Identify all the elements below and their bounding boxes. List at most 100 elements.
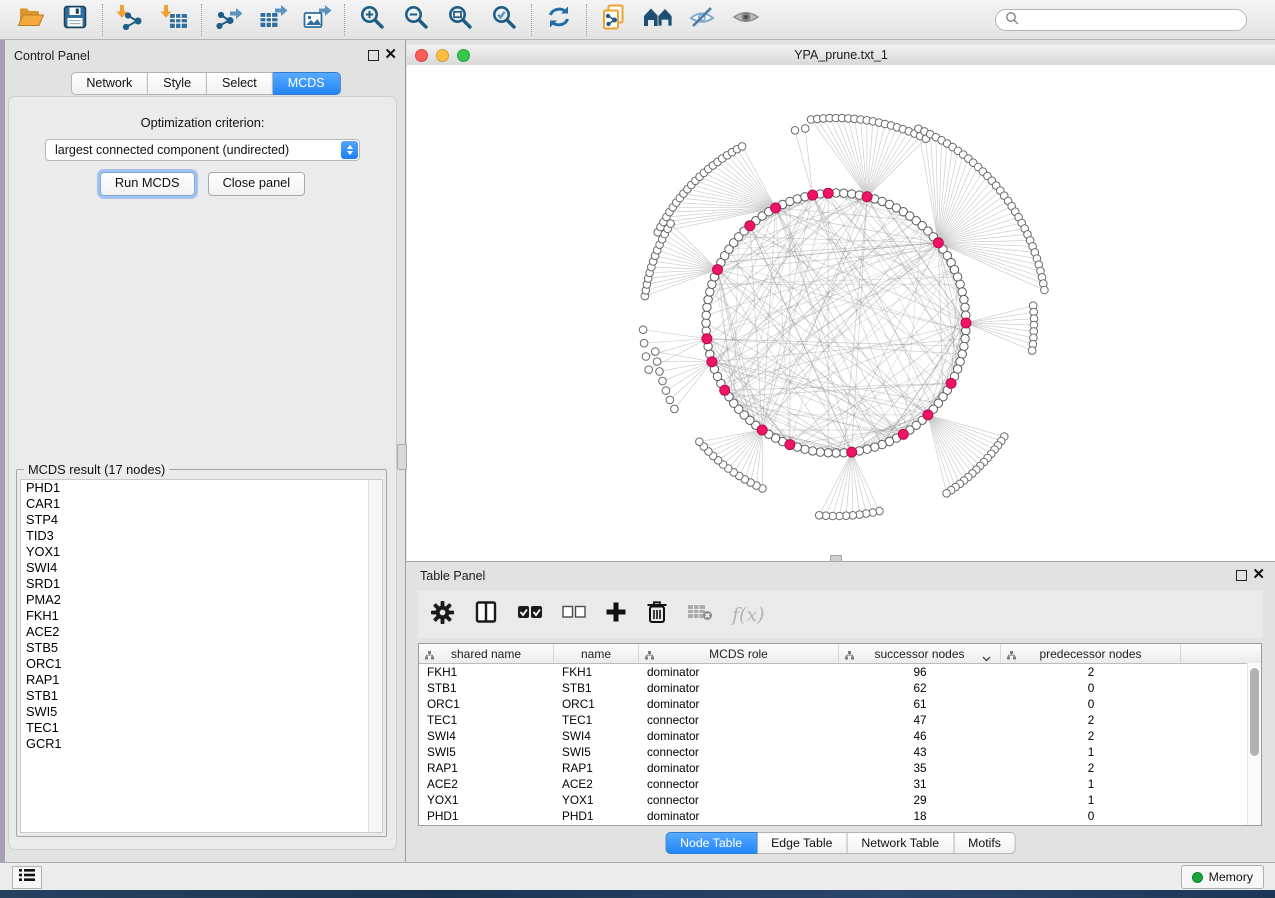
result-list-item[interactable]: TID3 <box>21 528 382 544</box>
table-cell[interactable]: 2 <box>1001 664 1181 680</box>
table-cell[interactable]: 29 <box>839 792 1001 808</box>
panel-divider-handle[interactable] <box>397 444 407 470</box>
add-column-button[interactable] <box>605 600 627 630</box>
table-row[interactable]: YOX1YOX1connector291 <box>419 792 1261 808</box>
table-cell[interactable]: 0 <box>1001 680 1181 696</box>
table-cell[interactable]: 0 <box>1001 808 1181 824</box>
tab-network-table[interactable]: Network Table <box>847 832 954 854</box>
table-cell[interactable]: dominator <box>639 760 839 776</box>
table-cell[interactable]: RAP1 <box>554 760 639 776</box>
table-cell[interactable]: ACE2 <box>419 776 554 792</box>
column-header-name[interactable]: name <box>554 644 639 663</box>
table-cell[interactable]: 61 <box>839 696 1001 712</box>
network-view-titlebar[interactable]: YPA_prune.txt_1 <box>407 45 1275 66</box>
result-list-item[interactable]: PHD1 <box>21 480 382 496</box>
table-cell[interactable]: dominator <box>639 664 839 680</box>
table-cell[interactable]: PHD1 <box>554 808 639 824</box>
result-list-item[interactable]: FKH1 <box>21 608 382 624</box>
columns-button[interactable] <box>474 600 498 630</box>
logs-button[interactable] <box>12 866 42 889</box>
table-scrollbar[interactable] <box>1247 663 1261 825</box>
close-table-panel-icon[interactable]: ✕ <box>1252 570 1265 580</box>
table-cell[interactable]: connector <box>639 776 839 792</box>
result-list-item[interactable]: ACE2 <box>21 624 382 640</box>
table-cell[interactable]: ORC1 <box>419 696 554 712</box>
float-table-panel-icon[interactable] <box>1236 570 1247 581</box>
show-all-button[interactable] <box>729 5 763 35</box>
tab-select[interactable]: Select <box>207 72 273 95</box>
column-header-MCDS-role[interactable]: MCDS role <box>639 644 839 663</box>
table-cell[interactable]: 47 <box>839 712 1001 728</box>
table-cell[interactable]: dominator <box>639 696 839 712</box>
table-cell[interactable]: connector <box>639 712 839 728</box>
table-cell[interactable]: ORC1 <box>554 696 639 712</box>
close-panel-button[interactable]: Close panel <box>208 172 306 196</box>
column-header-shared-name[interactable]: shared name <box>419 644 554 663</box>
close-panel-icon[interactable]: ✕ <box>384 50 397 60</box>
table-cell[interactable]: PHD1 <box>419 808 554 824</box>
search-input[interactable] <box>995 9 1247 31</box>
tab-network[interactable]: Network <box>70 72 148 95</box>
table-cell[interactable]: SWI5 <box>419 744 554 760</box>
network-graph[interactable] <box>407 65 1275 561</box>
table-cell[interactable]: 0 <box>1001 696 1181 712</box>
table-row[interactable]: ACE2ACE2connector311 <box>419 776 1261 792</box>
table-cell[interactable]: 96 <box>839 664 1001 680</box>
table-row[interactable]: PHD1PHD1dominator180 <box>419 808 1261 824</box>
table-cell[interactable]: 2 <box>1001 728 1181 744</box>
clear-checks-button[interactable] <box>562 600 586 630</box>
table-cell[interactable]: TEC1 <box>419 712 554 728</box>
delete-table-button[interactable] <box>687 600 713 630</box>
export-network-button[interactable] <box>212 5 246 35</box>
table-cell[interactable]: TEC1 <box>554 712 639 728</box>
table-row[interactable]: SWI5SWI5connector431 <box>419 744 1261 760</box>
delete-column-button[interactable] <box>646 600 668 630</box>
result-list-item[interactable]: STB5 <box>21 640 382 656</box>
import-network-button[interactable] <box>113 5 147 35</box>
save-button[interactable] <box>58 5 92 35</box>
result-list-item[interactable]: PMA2 <box>21 592 382 608</box>
tab-node-table[interactable]: Node Table <box>665 832 757 854</box>
criterion-dropdown[interactable]: largest connected component (undirected) <box>45 139 360 161</box>
table-cell[interactable]: 31 <box>839 776 1001 792</box>
result-list-scrollbar[interactable] <box>368 480 382 832</box>
tab-edge-table[interactable]: Edge Table <box>757 832 847 854</box>
table-cell[interactable]: 1 <box>1001 744 1181 760</box>
table-cell[interactable]: RAP1 <box>419 760 554 776</box>
column-header-successor-nodes[interactable]: successor nodes <box>839 644 1001 663</box>
table-cell[interactable]: SWI4 <box>554 728 639 744</box>
hide-selected-button[interactable] <box>685 5 719 35</box>
table-row[interactable]: SWI4SWI4dominator462 <box>419 728 1261 744</box>
float-panel-icon[interactable] <box>368 50 379 61</box>
zoom-selected-button[interactable] <box>487 5 521 35</box>
first-neighbors-button[interactable] <box>641 5 675 35</box>
result-list-item[interactable]: YOX1 <box>21 544 382 560</box>
table-cell[interactable]: 35 <box>839 760 1001 776</box>
export-table-button[interactable] <box>256 5 290 35</box>
mcds-result-list[interactable]: PHD1CAR1STP4TID3YOX1SWI4SRD1PMA2FKH1ACE2… <box>20 479 383 833</box>
network-canvas[interactable] <box>407 65 1275 561</box>
table-cell[interactable]: 62 <box>839 680 1001 696</box>
table-row[interactable]: TEC1TEC1connector472 <box>419 712 1261 728</box>
table-cell[interactable]: 43 <box>839 744 1001 760</box>
table-row[interactable]: ORC1ORC1dominator610 <box>419 696 1261 712</box>
table-cell[interactable]: 18 <box>839 808 1001 824</box>
memory-button[interactable]: Memory <box>1181 865 1264 889</box>
run-mcds-button[interactable]: Run MCDS <box>100 172 195 196</box>
table-cell[interactable]: dominator <box>639 728 839 744</box>
result-list-item[interactable]: ORC1 <box>21 656 382 672</box>
zoom-in-button[interactable] <box>355 5 389 35</box>
result-list-item[interactable]: CAR1 <box>21 496 382 512</box>
select-checks-button[interactable] <box>517 600 543 630</box>
network-file-button[interactable] <box>597 5 631 35</box>
tab-mcds[interactable]: MCDS <box>273 72 341 95</box>
table-cell[interactable]: 1 <box>1001 776 1181 792</box>
table-cell[interactable]: connector <box>639 792 839 808</box>
table-cell[interactable]: dominator <box>639 680 839 696</box>
table-cell[interactable]: 1 <box>1001 792 1181 808</box>
result-list-item[interactable]: TEC1 <box>21 720 382 736</box>
refresh-button[interactable] <box>542 5 576 35</box>
result-list-item[interactable]: GCR1 <box>21 736 382 752</box>
zoom-out-button[interactable] <box>399 5 433 35</box>
tab-style[interactable]: Style <box>148 72 207 95</box>
